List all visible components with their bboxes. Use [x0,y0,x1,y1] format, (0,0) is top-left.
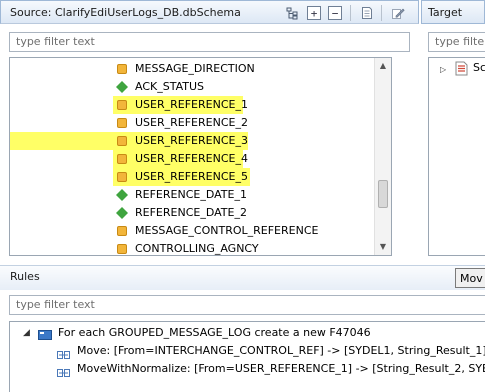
tree-item-label: USER_REFERENCE_5 [135,170,248,183]
key-column-icon [115,188,129,202]
key-column-icon [115,206,129,220]
schema-file-icon [455,61,468,76]
move-tab[interactable]: Mov [455,268,485,288]
source-tree[interactable]: MESSAGE_DIRECTION ACK_STATUS USER_REFERE… [9,57,392,256]
expand-arrow-icon[interactable]: ▷ [440,65,446,74]
rule-label: For each GROUPED_MESSAGE_LOG create a ne… [58,326,371,339]
collapse-all-icon[interactable]: − [328,6,342,20]
target-panel-header: Target [421,0,485,24]
key-column-icon [115,80,129,94]
scroll-up-arrow-icon[interactable]: ▲ [375,58,391,74]
tree-item-label: USER_REFERENCE_3 [135,134,248,147]
rules-panel-title: Rules [10,270,40,283]
tree-item-label: CONTROLLING_AGNCY [135,242,259,255]
expand-all-icon[interactable]: + [307,6,321,20]
tree-item-label: REFERENCE_DATE_2 [135,206,247,219]
rule-label: MoveWithNormalize: [From=USER_REFERENCE_… [77,362,485,375]
column-icon [117,100,127,110]
move-icon [57,347,70,359]
target-tree[interactable]: ▷ Sc [428,57,485,256]
target-panel-title: Target [428,6,463,19]
tree-item-label: REFERENCE_DATE_1 [135,188,247,201]
column-icon [117,172,127,182]
column-icon [117,118,127,128]
collapse-arrow-icon[interactable]: ◢ [23,324,30,342]
edit-icon[interactable] [391,6,405,20]
toolbar-separator [350,5,351,21]
rule-label: Move: [From=INTERCHANGE_CONTROL_REF] -> … [77,344,485,357]
toolbar-separator [381,5,382,21]
tree-item-label: USER_REFERENCE_4 [135,152,248,165]
column-icon [117,136,127,146]
target-item-label: Sc [473,61,485,74]
tree-item-label: ACK_STATUS [135,80,204,93]
move-icon [57,365,70,377]
rules-tree[interactable]: ◢ For each GROUPED_MESSAGE_LOG create a … [9,321,485,392]
vertical-scrollbar[interactable]: ▲ ▼ [374,58,391,255]
source-panel-header: Source: ClarifyEdiUserLogs_DB.dbSchema +… [0,0,419,24]
document-icon[interactable] [360,6,374,20]
scroll-thumb[interactable] [378,180,388,208]
tree-item-label: USER_REFERENCE_2 [135,116,248,129]
layout-icon[interactable] [285,6,299,20]
target-filter-input[interactable]: type filter [428,32,485,52]
column-icon [117,64,127,74]
tree-item-label: MESSAGE_CONTROL_REFERENCE [135,224,319,237]
column-icon [117,244,127,254]
source-filter-input[interactable]: type filter text [9,32,410,52]
column-icon [117,154,127,164]
column-icon [117,226,127,236]
scroll-down-arrow-icon[interactable]: ▼ [375,239,391,255]
for-each-icon [38,328,52,340]
tree-item-label: USER_REFERENCE_1 [135,98,248,111]
tree-item-label: MESSAGE_DIRECTION [135,62,255,75]
rules-filter-input[interactable]: type filter text [9,295,485,315]
source-panel-title: Source: ClarifyEdiUserLogs_DB.dbSchema [10,6,241,19]
rules-panel-header: Rules [0,265,485,290]
